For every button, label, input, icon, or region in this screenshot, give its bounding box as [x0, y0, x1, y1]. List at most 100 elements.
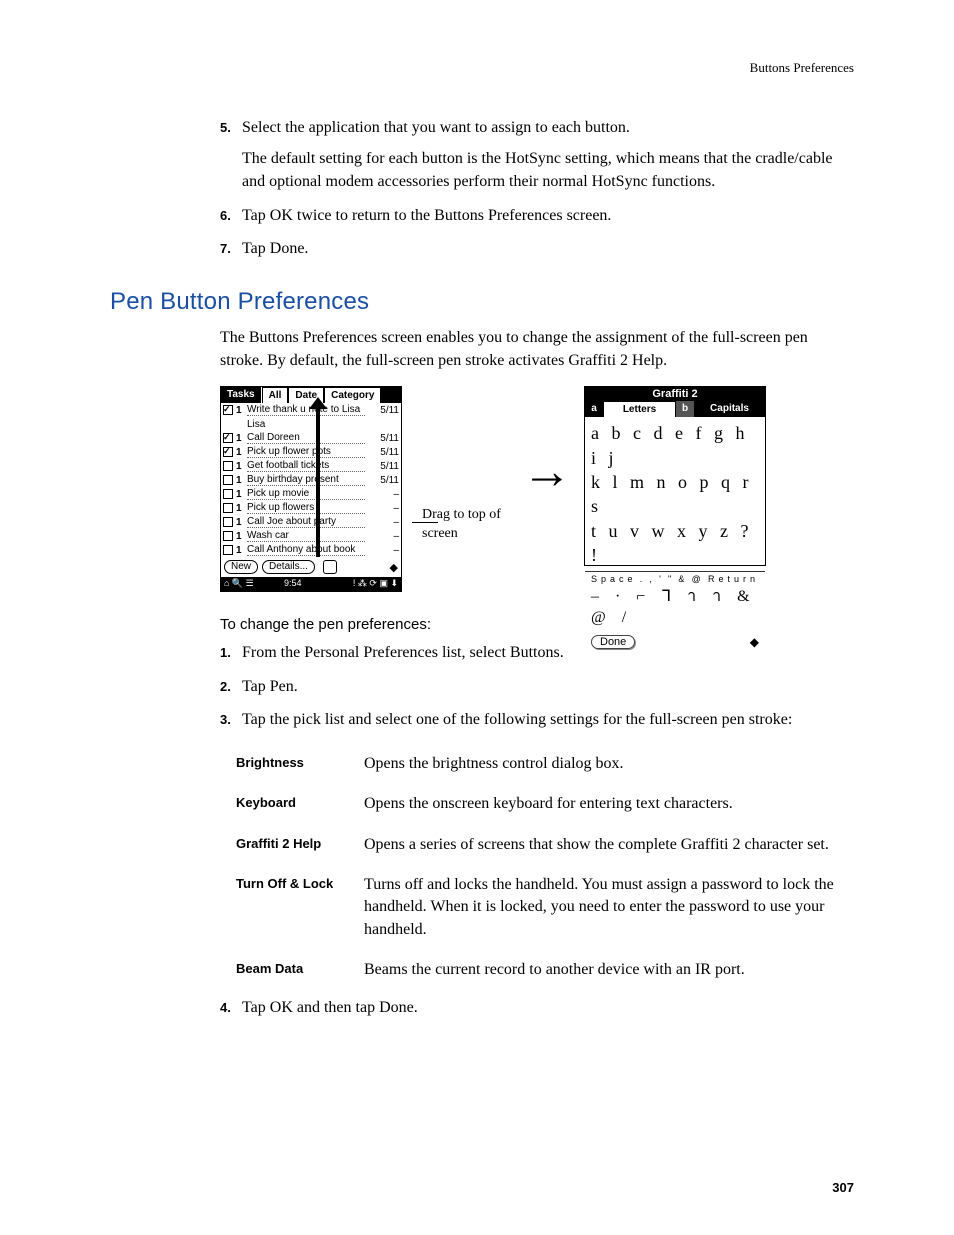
option-label: Beam Data	[236, 959, 364, 981]
task-checkbox	[223, 433, 233, 443]
section-heading: Pen Button Preferences	[110, 288, 854, 316]
task-row-wrap: Lisa	[221, 417, 401, 431]
task-priority: 1	[236, 489, 244, 500]
step-num: 7.	[220, 240, 242, 259]
step-num: 4.	[220, 999, 242, 1018]
option-label: Graffiti 2 Help	[236, 834, 364, 856]
task-checkbox	[223, 405, 233, 415]
task-priority: 1	[236, 503, 244, 514]
task-row: 1Pick up flower pots5/11	[221, 445, 401, 459]
graffiti-line: a b c d e f g h i j	[591, 421, 759, 470]
step-text: Tap OK twice to return to the Buttons Pr…	[242, 204, 854, 227]
graffiti-title: Graffiti 2	[585, 387, 765, 401]
task-text: Wash car	[247, 530, 365, 542]
graffiti-sym-labels: Space . , ' " & @ Return	[585, 572, 765, 584]
graffiti-line: k l m n o p q r s	[591, 470, 759, 519]
option-desc: Opens the onscreen keyboard for entering…	[364, 793, 854, 815]
task-date: 5/11	[369, 433, 399, 444]
steps-top: 5. Select the application that you want …	[220, 116, 854, 260]
sym-label: Space	[591, 574, 637, 584]
status-bar: ⌂ 🔍 ☰ 9:54 ! ⁂ ⟳ ▣ ⬇	[221, 577, 401, 591]
task-row: 1Call Doreen 5/11	[221, 431, 401, 445]
task-priority: 1	[236, 433, 244, 444]
graffiti-line: t u v w x y z ? !	[591, 519, 759, 568]
option-label: Turn Off & Lock	[236, 874, 364, 941]
task-date: 5/11	[369, 447, 399, 458]
task-priority: 1	[236, 447, 244, 458]
graffiti-tab-capitals: Capitals	[694, 401, 765, 417]
graffiti-letters: a b c d e f g h i j k l m n o p q r s t …	[585, 417, 765, 572]
option-desc: Beams the current record to another devi…	[364, 959, 854, 981]
step-num: 5.	[220, 119, 242, 138]
graffiti-tab-b-icon: b	[676, 401, 694, 417]
task-priority: 1	[236, 531, 244, 542]
step-num: 2.	[220, 678, 242, 697]
step-text: Tap Done.	[242, 237, 854, 260]
task-date: –	[369, 503, 399, 514]
step-text: Select the application that you want to …	[242, 119, 630, 136]
sym-label: @	[692, 574, 705, 584]
step-num: 3.	[220, 711, 242, 730]
status-time: 9:54	[281, 577, 341, 591]
sym-label: Return	[708, 574, 759, 584]
task-row: 1Buy birthday present 5/11	[221, 473, 401, 487]
task-date: 5/11	[369, 475, 399, 486]
options-table: Brightness Opens the brightness control …	[236, 753, 854, 982]
option-label: Keyboard	[236, 793, 364, 815]
task-date: 5/11	[369, 461, 399, 472]
task-checkbox	[223, 531, 233, 541]
tab-category: Category	[324, 387, 380, 403]
step-text: Tap the pick list and select one of the …	[242, 708, 854, 731]
graffiti-tab-a-icon: a	[585, 401, 603, 417]
task-priority: 1	[236, 405, 244, 416]
step-subtext: The default setting for each button is t…	[242, 147, 854, 193]
task-text: Pick up flowers	[247, 502, 365, 514]
figure-callout: Drag to top of screen	[422, 386, 502, 542]
task-checkbox	[223, 461, 233, 471]
task-date: –	[369, 517, 399, 528]
task-text: Call Doreen	[247, 432, 365, 444]
section-intro: The Buttons Preferences screen enables y…	[220, 326, 854, 372]
step-num: 1.	[220, 644, 242, 663]
task-row: 1Call Anthony about book–	[221, 543, 401, 557]
option-desc: Turns off and locks the handheld. You mu…	[364, 874, 854, 941]
sym-label: ,	[649, 574, 656, 584]
task-checkbox	[223, 475, 233, 485]
task-date: –	[369, 489, 399, 500]
home-icon: ⌂ 🔍 ☰	[221, 577, 281, 591]
task-text: Call Joe about party	[247, 516, 365, 528]
task-priority: 1	[236, 545, 244, 556]
tab-all: All	[262, 387, 289, 403]
graffiti-tab-letters: Letters	[603, 401, 676, 417]
tasks-list: 1Write thank u note to Lisa5/11Lisa1Call…	[221, 403, 401, 557]
task-date: –	[369, 531, 399, 542]
task-text: Get football tickets	[247, 460, 365, 472]
task-priority: 1	[236, 475, 244, 486]
step-num: 6.	[220, 207, 242, 226]
scroll-icon: ◆	[750, 635, 759, 649]
option-desc: Opens the brightness control dialog box.	[364, 753, 854, 775]
tasks-screenshot: Tasks All Date Category 1Write thank u n…	[220, 386, 402, 592]
drag-arrow-shaft	[316, 405, 320, 557]
task-text: Pick up movie	[247, 488, 365, 500]
figure: Tasks All Date Category 1Write thank u n…	[220, 386, 854, 592]
task-priority: 1	[236, 517, 244, 528]
task-date: 5/11	[369, 405, 399, 416]
scroll-icon: ◆	[390, 561, 398, 574]
note-icon	[323, 560, 337, 574]
task-text: Buy birthday present	[247, 474, 365, 486]
running-head: Buttons Preferences	[110, 60, 854, 76]
steps-final: 4. Tap OK and then tap Done.	[220, 996, 854, 1019]
arrow-right-icon: →	[522, 386, 564, 496]
tab-tasks: Tasks	[221, 387, 262, 403]
task-checkbox	[223, 517, 233, 527]
task-row: 1Call Joe about party–	[221, 515, 401, 529]
details-button: Details...	[262, 560, 315, 574]
task-row: 1Wash car–	[221, 529, 401, 543]
task-row: 1Pick up flowers–	[221, 501, 401, 515]
sym-label: '	[659, 574, 665, 584]
sym-label: "	[668, 574, 675, 584]
callout-line	[412, 522, 438, 523]
sym-label: .	[640, 574, 647, 584]
task-checkbox	[223, 447, 233, 457]
